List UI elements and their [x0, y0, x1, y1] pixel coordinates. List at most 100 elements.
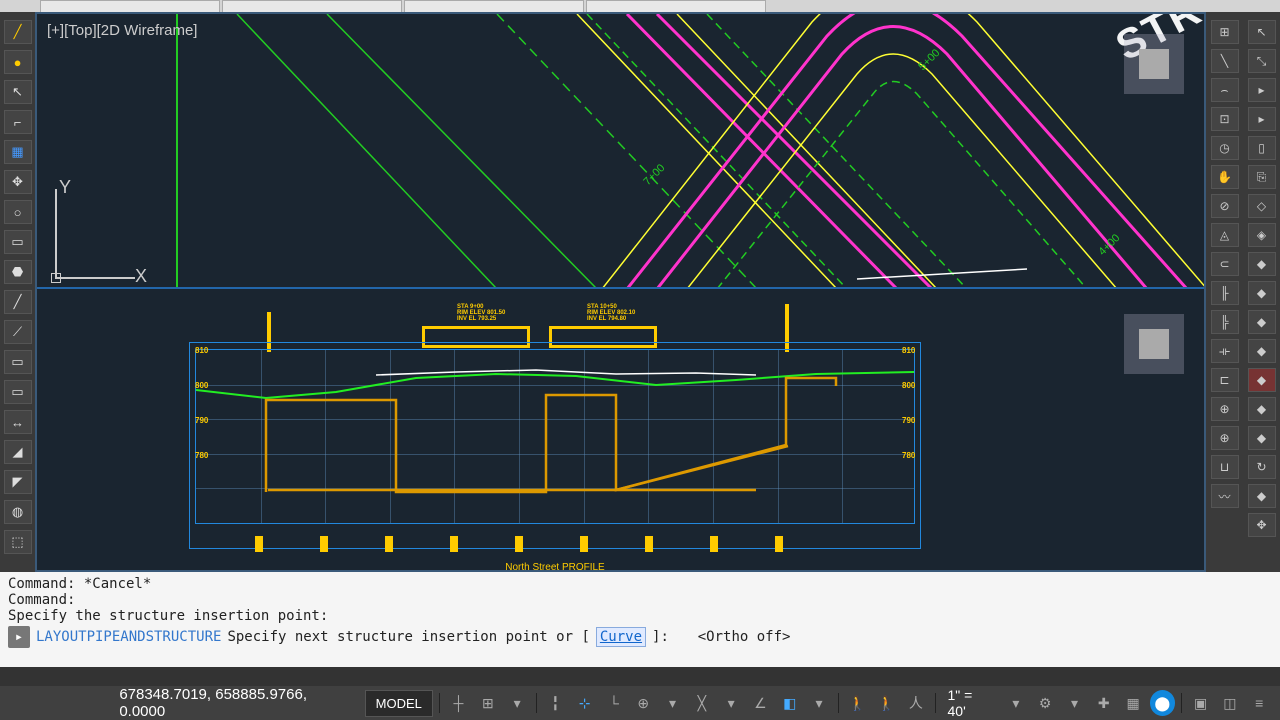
- command-option-curve[interactable]: Curve: [596, 627, 646, 647]
- quick-properties-toggle[interactable]: ⬤: [1150, 690, 1175, 716]
- ext-tool[interactable]: ◆: [1248, 484, 1276, 508]
- ortho-toggle[interactable]: └: [601, 690, 626, 716]
- command-input-line[interactable]: ▸ LAYOUTPIPEANDSTRUCTURE Specify next st…: [8, 626, 1272, 648]
- model-space-button[interactable]: MODEL: [365, 690, 433, 717]
- infer-toggle[interactable]: ╏: [543, 690, 568, 716]
- ucs-icon: Y X: [47, 177, 147, 287]
- wave-tool[interactable]: 〰: [1211, 484, 1239, 508]
- dim-tool[interactable]: ╟: [1211, 281, 1239, 305]
- profile-viewport[interactable]: STA 9+00RIM ELEV 801.50INV EL 793.25 STA…: [37, 294, 1204, 570]
- mirror-tool[interactable]: ↔: [4, 410, 32, 434]
- figure1-icon[interactable]: 🚶: [845, 690, 870, 716]
- layout-tab[interactable]: [40, 0, 220, 12]
- plan-geometry: [37, 14, 1204, 287]
- triangle-tool[interactable]: ◬: [1211, 223, 1239, 247]
- grid-toggle[interactable]: ┼: [446, 690, 471, 716]
- refresh-tool[interactable]: ↻: [1248, 455, 1276, 479]
- edit-tool[interactable]: ⤡: [1248, 49, 1276, 73]
- hatch-tool[interactable]: ◢: [4, 440, 32, 464]
- polar-toggle[interactable]: ⊕: [631, 690, 656, 716]
- construction-line-tool[interactable]: ╱: [4, 290, 32, 314]
- add-tool[interactable]: ⊕: [1211, 426, 1239, 450]
- plus-icon[interactable]: ✚: [1091, 690, 1116, 716]
- clock-tool[interactable]: ◷: [1211, 136, 1239, 160]
- arc-tool[interactable]: ⌢: [1211, 78, 1239, 102]
- line-tool[interactable]: ╱: [4, 20, 32, 44]
- center-tool[interactable]: ◆: [1248, 339, 1276, 363]
- snap-tool[interactable]: ◆: [1248, 252, 1276, 276]
- osnap-tool[interactable]: ⊡: [1211, 107, 1239, 131]
- clip-tool[interactable]: ⎘: [1248, 165, 1276, 189]
- perp-tool[interactable]: ◆: [1248, 397, 1276, 421]
- dim2-tool[interactable]: ╠: [1211, 310, 1239, 334]
- fill-tool[interactable]: ◍: [4, 500, 32, 524]
- plan-viewport[interactable]: STR 7+00 5+00: [37, 14, 1204, 289]
- viewcube[interactable]: [1124, 314, 1184, 374]
- layout-tab[interactable]: [222, 0, 402, 12]
- layer-tool[interactable]: ▭: [4, 350, 32, 374]
- window-tool[interactable]: ⊞: [1211, 20, 1239, 44]
- snap-dropdown[interactable]: ▾: [504, 690, 529, 716]
- rect-tool[interactable]: ▭: [4, 230, 32, 254]
- sheet-tool[interactable]: ▯: [1248, 136, 1276, 160]
- link-tool[interactable]: ⊂: [1211, 252, 1239, 276]
- gradient-tool[interactable]: ◤: [4, 470, 32, 494]
- line-tool[interactable]: ╲: [1211, 49, 1239, 73]
- monitor-icon[interactable]: ▦: [1120, 690, 1145, 716]
- gear-dropdown[interactable]: ▾: [1062, 690, 1087, 716]
- level-tool[interactable]: ⊏: [1211, 368, 1239, 392]
- customize-icon[interactable]: ≡: [1247, 690, 1272, 716]
- ray-tool[interactable]: ⟋: [4, 320, 32, 344]
- frame-tool[interactable]: ⊔: [1211, 455, 1239, 479]
- box-tool[interactable]: ◇: [1248, 194, 1276, 218]
- drawing-canvas[interactable]: [+][Top][2D Wireframe] STR: [35, 12, 1206, 572]
- dynamic-input-toggle[interactable]: ⊹: [572, 690, 597, 716]
- tan-tool[interactable]: ◆: [1248, 426, 1276, 450]
- midpoint-tool[interactable]: ◆: [1248, 310, 1276, 334]
- select-tool[interactable]: ↖: [4, 80, 32, 104]
- viewport-label[interactable]: [+][Top][2D Wireframe]: [47, 22, 197, 39]
- endpoint-tool[interactable]: ◆: [1248, 281, 1276, 305]
- layout-tab[interactable]: [404, 0, 584, 12]
- pan-tool[interactable]: ✋: [1211, 165, 1239, 189]
- command-window[interactable]: Command: *Cancel* Command: Specify the s…: [0, 572, 1280, 667]
- profile-grid: [195, 349, 915, 524]
- dim3-tool[interactable]: ⟛: [1211, 339, 1239, 363]
- insert-tool[interactable]: ⬚: [4, 530, 32, 554]
- array-tool[interactable]: ▸: [1248, 107, 1276, 131]
- figure2-icon[interactable]: 🚶: [874, 690, 899, 716]
- move-tool[interactable]: ✥: [4, 170, 32, 194]
- select-tool[interactable]: ↖: [1248, 20, 1276, 44]
- osnap-toggle[interactable]: ◧: [777, 690, 802, 716]
- circle-tool[interactable]: ○: [4, 200, 32, 224]
- node-tool[interactable]: ◈: [1248, 223, 1276, 247]
- block-tool[interactable]: ▭: [4, 380, 32, 404]
- grid-tool[interactable]: ▦: [4, 140, 32, 164]
- sphere-tool[interactable]: ●: [4, 50, 32, 74]
- polar-dropdown[interactable]: ▾: [660, 690, 685, 716]
- isodraft-dropdown[interactable]: ▾: [719, 690, 744, 716]
- viewcube[interactable]: [1124, 34, 1184, 94]
- otrack-toggle[interactable]: ∠: [748, 690, 773, 716]
- scale-dropdown[interactable]: ▾: [1003, 690, 1028, 716]
- compass-tool[interactable]: ⊘: [1211, 194, 1239, 218]
- ui-box2-icon[interactable]: ◫: [1217, 690, 1242, 716]
- gear-icon[interactable]: ⚙: [1033, 690, 1058, 716]
- ui-box1-icon[interactable]: ▣: [1188, 690, 1213, 716]
- cross-tool[interactable]: ⊕: [1211, 397, 1239, 421]
- elev-label: 790: [902, 416, 915, 425]
- figure3-icon[interactable]: 人: [903, 690, 928, 716]
- osnap-dropdown[interactable]: ▾: [806, 690, 831, 716]
- copy-tool[interactable]: ▸: [1248, 78, 1276, 102]
- isodraft-toggle[interactable]: ╳: [689, 690, 714, 716]
- cursor-tool[interactable]: ✥: [1248, 513, 1276, 537]
- annotation-scale[interactable]: 1" = 40': [942, 687, 1000, 719]
- coordinates-display[interactable]: 678348.7019, 658885.9766, 0.0000: [109, 686, 360, 720]
- polyline-tool[interactable]: ⌐: [4, 110, 32, 134]
- layout-tab[interactable]: [586, 0, 766, 12]
- point-tool[interactable]: ⬣: [4, 260, 32, 284]
- active-tool[interactable]: ◆: [1248, 368, 1276, 392]
- command-prompt-text: Specify next structure insertion point o…: [227, 629, 589, 645]
- station-tick: [255, 536, 263, 552]
- snap-toggle[interactable]: ⊞: [475, 690, 500, 716]
